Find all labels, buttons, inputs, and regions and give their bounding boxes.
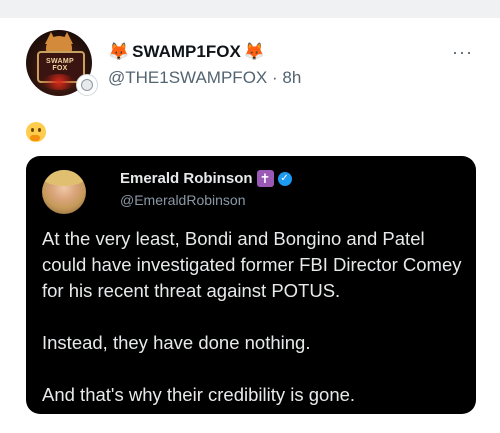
quoted-author-handle[interactable]: @EmeraldRobinson (120, 192, 246, 208)
quoted-tweet-card[interactable]: Emerald Robinson ✝ ✓ @EmeraldRobinson At… (26, 156, 476, 414)
cross-badge-icon: ✝ (256, 170, 274, 187)
emoji-eye-left (31, 128, 34, 132)
thinking-face-emoji-icon (26, 122, 46, 142)
author-name-text: SWAMP1FOX (132, 42, 241, 61)
top-separator-band (0, 0, 500, 18)
emoji-eye-right (38, 128, 41, 132)
quoted-author-name-text: Emerald Robinson (120, 170, 253, 187)
tweet[interactable]: SWAMP FOX 🦊 SWAMP1FOX 🦊 @THE1SWAMPFOX · … (0, 18, 500, 433)
verified-check-icon: ✓ (277, 171, 292, 186)
affiliate-badge-inner (81, 79, 93, 91)
author-handle[interactable]: @THE1SWAMPFOX (108, 68, 267, 87)
quoted-paragraph: Instead, they have done nothing. (42, 332, 311, 353)
avatar-logo-text: SWAMP FOX (46, 58, 74, 72)
separator-dot: · (272, 68, 278, 87)
quoted-paragraph: And that's why their credibility is gone… (42, 384, 356, 405)
post-timestamp[interactable]: 8h (282, 68, 301, 87)
quoted-author-name[interactable]: Emerald Robinson ✝ ✓ (120, 170, 292, 187)
author-display-name[interactable]: 🦊 SWAMP1FOX 🦊 (108, 42, 265, 62)
fox-emoji-icon: 🦊 (243, 42, 265, 62)
quoted-paragraph: At the very least, Bondi and Bongino and… (42, 228, 462, 301)
emoji-hand (30, 135, 40, 141)
more-options-icon[interactable]: ··· (452, 42, 473, 63)
quoted-avatar-hair (42, 170, 86, 186)
fox-emoji-icon: 🦊 (108, 42, 130, 62)
avatar-glow (42, 74, 76, 90)
quoted-tweet-body: At the very least, Bondi and Bongino and… (42, 226, 464, 408)
author-handle-line: @THE1SWAMPFOX · 8h (108, 68, 301, 88)
quoted-avatar[interactable] (42, 170, 86, 214)
affiliate-badge-icon[interactable] (76, 74, 98, 96)
